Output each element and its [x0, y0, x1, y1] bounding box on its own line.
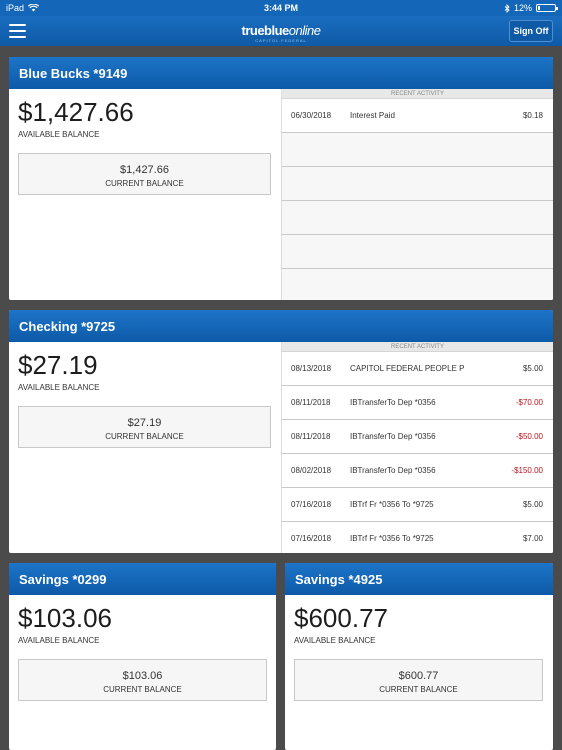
current-balance-amount: $1,427.66	[120, 164, 169, 176]
current-balance-amount: $103.06	[122, 670, 163, 682]
account-card-savings-0299[interactable]: Savings *0299 $103.06 AVAILABLE BALANCE …	[9, 563, 276, 750]
available-balance-label: AVAILABLE BALANCE	[294, 636, 376, 645]
activity-amount: -$150.00	[511, 466, 543, 475]
current-balance-label: CURRENT BALANCE	[103, 685, 182, 694]
activity-description: IBTrf Fr *0356 To *9725	[350, 534, 434, 543]
logo-trueblue: trueblue	[241, 23, 290, 38]
current-balance-amount: $600.77	[398, 670, 439, 682]
activity-description: IBTransferTo Dep *0356	[350, 466, 436, 475]
logo-subtitle: CAPITOL FEDERAL	[255, 38, 307, 43]
activity-description: IBTransferTo Dep *0356	[350, 432, 436, 441]
available-balance-label: AVAILABLE BALANCE	[18, 636, 100, 645]
activity-date: 08/13/2018	[291, 364, 332, 373]
current-balance-box: $1,427.66 CURRENT BALANCE	[18, 153, 271, 195]
current-balance-label: CURRENT BALANCE	[105, 432, 184, 441]
current-balance-box: $27.19 CURRENT BALANCE	[18, 406, 271, 448]
activity-date: 08/11/2018	[291, 432, 331, 441]
battery-percent: 12%	[513, 3, 532, 13]
activity-amount: $5.00	[522, 364, 543, 373]
recent-activity-header: RECENT ACTIVITY	[282, 89, 553, 99]
activity-date: 07/16/2018	[291, 500, 332, 509]
account-title[interactable]: Savings *0299	[9, 563, 276, 595]
activity-row-empty	[282, 269, 553, 300]
current-balance-label: CURRENT BALANCE	[379, 685, 458, 694]
activity-row[interactable]: 08/02/2018 IBTransferTo Dep *0356 -$150.…	[282, 454, 553, 488]
status-bar: iPad 3:44 PM 12%	[0, 0, 562, 16]
nav-bar: trueblueonline CAPITOL FEDERAL Sign Off	[0, 16, 562, 46]
available-balance-amount: $600.77	[294, 603, 388, 633]
recent-activity-header: RECENT ACTIVITY	[282, 342, 553, 352]
activity-row-empty	[282, 133, 553, 167]
account-title[interactable]: Checking *9725	[9, 310, 553, 342]
activity-row-empty	[282, 167, 553, 201]
current-balance-box: $103.06 CURRENT BALANCE	[18, 659, 267, 701]
available-balance-label: AVAILABLE BALANCE	[18, 383, 100, 392]
activity-row[interactable]: 08/11/2018 IBTransferTo Dep *0356 -$50.0…	[282, 420, 553, 454]
app-logo: trueblueonline	[0, 23, 562, 38]
account-card-blue-bucks[interactable]: Blue Bucks *9149 $1,427.66 AVAILABLE BAL…	[9, 57, 553, 300]
activity-row[interactable]: 07/16/2018 IBTrf Fr *0356 To *9725 $7.00	[282, 522, 553, 553]
activity-date: 08/02/2018	[291, 466, 332, 475]
current-balance-amount: $27.19	[127, 417, 162, 429]
activity-row[interactable]: 08/11/2018 IBTransferTo Dep *0356 -$70.0…	[282, 386, 553, 420]
activity-amount: $7.00	[522, 534, 543, 543]
account-card-checking[interactable]: Checking *9725 $27.19 AVAILABLE BALANCE …	[9, 310, 553, 553]
bluetooth-icon	[504, 3, 510, 13]
activity-row[interactable]: 08/13/2018 CAPITOL FEDERAL PEOPLE P $5.0…	[282, 352, 553, 386]
activity-row[interactable]: 06/30/2018 Interest Paid $0.18	[282, 99, 553, 133]
activity-description: Interest Paid	[350, 111, 395, 120]
recent-activity-panel: RECENT ACTIVITY 08/13/2018 CAPITOL FEDER…	[281, 342, 553, 553]
available-balance-label: AVAILABLE BALANCE	[18, 130, 100, 139]
activity-date: 06/30/2018	[291, 111, 332, 120]
activity-amount: -$70.00	[515, 398, 543, 407]
status-time: 3:44 PM	[263, 3, 298, 13]
sign-off-button[interactable]: Sign Off	[509, 20, 553, 42]
activity-date: 07/16/2018	[291, 534, 332, 543]
activity-description: IBTrf Fr *0356 To *9725	[350, 500, 434, 509]
available-balance-amount: $1,427.66	[18, 97, 134, 127]
current-balance-box: $600.77 CURRENT BALANCE	[294, 659, 543, 701]
account-title[interactable]: Savings *4925	[285, 563, 553, 595]
activity-description: CAPITOL FEDERAL PEOPLE P	[350, 364, 465, 373]
account-card-savings-4925[interactable]: Savings *4925 $600.77 AVAILABLE BALANCE …	[285, 563, 553, 750]
current-balance-label: CURRENT BALANCE	[105, 179, 184, 188]
activity-row-empty	[282, 235, 553, 269]
activity-date: 08/11/2018	[291, 398, 331, 407]
available-balance-amount: $27.19	[18, 350, 98, 380]
activity-row[interactable]: 07/16/2018 IBTrf Fr *0356 To *9725 $5.00	[282, 488, 553, 522]
activity-row-empty	[282, 201, 553, 235]
available-balance-amount: $103.06	[18, 603, 112, 633]
activity-amount: -$50.00	[515, 432, 543, 441]
activity-description: IBTransferTo Dep *0356	[350, 398, 436, 407]
activity-amount: $5.00	[522, 500, 543, 509]
logo-online: online	[288, 23, 321, 38]
activity-amount: $0.18	[522, 111, 543, 120]
battery-icon	[536, 4, 558, 12]
account-title[interactable]: Blue Bucks *9149	[9, 57, 553, 89]
recent-activity-panel: RECENT ACTIVITY 06/30/2018 Interest Paid…	[281, 89, 553, 300]
